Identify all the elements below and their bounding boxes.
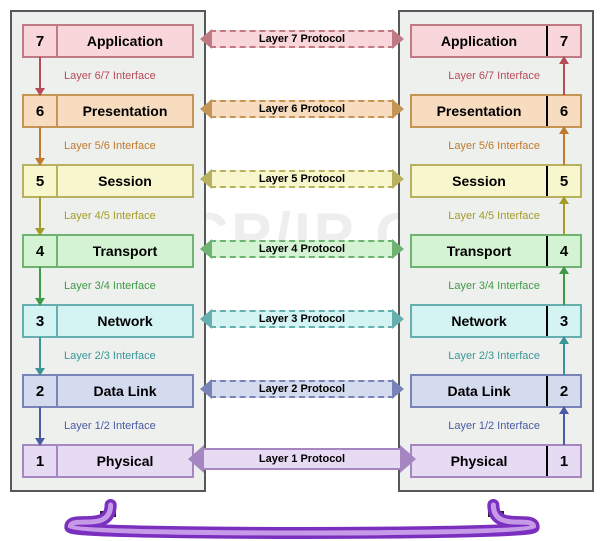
- right-interface-45: Layer 4/5 Interface: [410, 198, 582, 234]
- arrow-up-icon: [563, 57, 565, 95]
- protocol-arrow-7: Layer 7 Protocol: [204, 22, 400, 56]
- interface-label: Layer 3/4 Interface: [448, 280, 540, 292]
- right-layer-2: 2 Data Link: [410, 374, 582, 408]
- layer-number: 1: [24, 446, 58, 476]
- left-interface-12: Layer 1/2 Interface: [22, 408, 194, 444]
- protocol-arrow-1: Layer 1 Protocol: [204, 442, 400, 476]
- left-interface-34: Layer 3/4 Interface: [22, 268, 194, 304]
- layer-number: 6: [24, 96, 58, 126]
- layer-number: 7: [24, 26, 58, 56]
- interface-label: Layer 6/7 Interface: [448, 70, 540, 82]
- layer-name: Transport: [412, 236, 546, 266]
- protocol-arrow-4: Layer 4 Protocol: [204, 232, 400, 266]
- protocol-arrow-2: Layer 2 Protocol: [204, 372, 400, 406]
- left-interface-67: Layer 6/7 Interface: [22, 58, 194, 94]
- arrow-up-icon: [563, 407, 565, 445]
- arrow-down-icon: [39, 57, 41, 95]
- layer-number: 2: [546, 376, 580, 406]
- physical-cable-icon: [20, 505, 584, 533]
- protocol-arrow-6: Layer 6 Protocol: [204, 92, 400, 126]
- interface-label: Layer 4/5 Interface: [448, 210, 540, 222]
- layer-name: Network: [412, 306, 546, 336]
- layer-number: 4: [546, 236, 580, 266]
- osi-diagram: 7 Application Layer 6/7 Interface 6 Pres…: [0, 0, 604, 492]
- protocol-arrow-3: Layer 3 Protocol: [204, 302, 400, 336]
- layer-number: 2: [24, 376, 58, 406]
- layer-name: Application: [412, 26, 546, 56]
- right-layer-4: 4 Transport: [410, 234, 582, 268]
- protocol-label: Layer 4 Protocol: [259, 243, 345, 255]
- right-interface-67: Layer 6/7 Interface: [410, 58, 582, 94]
- left-layer-2: 2 Data Link: [22, 374, 194, 408]
- left-layer-1: 1 Physical: [22, 444, 194, 478]
- layer-number: 5: [546, 166, 580, 196]
- layer-name: Physical: [58, 446, 192, 476]
- arrow-up-icon: [563, 267, 565, 305]
- arrow-down-icon: [39, 337, 41, 375]
- right-interface-56: Layer 5/6 Interface: [410, 128, 582, 164]
- right-interface-12: Layer 1/2 Interface: [410, 408, 582, 444]
- right-interface-23: Layer 2/3 Interface: [410, 338, 582, 374]
- interface-label: Layer 5/6 Interface: [64, 140, 156, 152]
- layer-number: 5: [24, 166, 58, 196]
- right-interface-34: Layer 3/4 Interface: [410, 268, 582, 304]
- left-layer-5: 5 Session: [22, 164, 194, 198]
- arrow-down-icon: [39, 127, 41, 165]
- layer-name: Session: [412, 166, 546, 196]
- left-interface-56: Layer 5/6 Interface: [22, 128, 194, 164]
- protocol-label: Layer 2 Protocol: [259, 383, 345, 395]
- protocol-label: Layer 7 Protocol: [259, 33, 345, 45]
- layer-name: Presentation: [412, 96, 546, 126]
- layer-name: Application: [58, 26, 192, 56]
- layer-name: Data Link: [412, 376, 546, 406]
- arrow-down-icon: [39, 267, 41, 305]
- protocol-arrow-5: Layer 5 Protocol: [204, 162, 400, 196]
- interface-label: Layer 1/2 Interface: [64, 420, 156, 432]
- right-layer-1: 1 Physical: [410, 444, 582, 478]
- arrow-down-icon: [39, 197, 41, 235]
- left-stack: 7 Application Layer 6/7 Interface 6 Pres…: [10, 10, 206, 492]
- left-layer-3: 3 Network: [22, 304, 194, 338]
- interface-label: Layer 2/3 Interface: [64, 350, 156, 362]
- interface-label: Layer 5/6 Interface: [448, 140, 540, 152]
- layer-number: 3: [546, 306, 580, 336]
- arrow-down-icon: [39, 407, 41, 445]
- interface-label: Layer 1/2 Interface: [448, 420, 540, 432]
- layer-name: Physical: [412, 446, 546, 476]
- right-stack: 7 Application Layer 6/7 Interface 6 Pres…: [398, 10, 594, 492]
- interface-label: Layer 2/3 Interface: [448, 350, 540, 362]
- left-layer-7: 7 Application: [22, 24, 194, 58]
- protocol-label: Layer 1 Protocol: [259, 453, 345, 465]
- layer-number: 1: [546, 446, 580, 476]
- layer-name: Data Link: [58, 376, 192, 406]
- left-interface-45: Layer 4/5 Interface: [22, 198, 194, 234]
- layer-number: 3: [24, 306, 58, 336]
- interface-label: Layer 4/5 Interface: [64, 210, 156, 222]
- arrow-up-icon: [563, 197, 565, 235]
- right-layer-6: 6 Presentation: [410, 94, 582, 128]
- interface-label: Layer 6/7 Interface: [64, 70, 156, 82]
- right-layer-5: 5 Session: [410, 164, 582, 198]
- left-interface-23: Layer 2/3 Interface: [22, 338, 194, 374]
- layer-name: Network: [58, 306, 192, 336]
- layer-name: Presentation: [58, 96, 192, 126]
- protocol-label: Layer 5 Protocol: [259, 173, 345, 185]
- layer-number: 4: [24, 236, 58, 266]
- right-layer-7: 7 Application: [410, 24, 582, 58]
- layer-name: Transport: [58, 236, 192, 266]
- protocol-label: Layer 6 Protocol: [259, 103, 345, 115]
- layer-number: 6: [546, 96, 580, 126]
- left-layer-4: 4 Transport: [22, 234, 194, 268]
- layer-name: Session: [58, 166, 192, 196]
- arrow-up-icon: [563, 337, 565, 375]
- protocol-column: Layer 7 Protocol Layer 6 Protocol Layer …: [206, 10, 398, 492]
- interface-label: Layer 3/4 Interface: [64, 280, 156, 292]
- right-layer-3: 3 Network: [410, 304, 582, 338]
- layer-number: 7: [546, 26, 580, 56]
- arrow-up-icon: [563, 127, 565, 165]
- protocol-label: Layer 3 Protocol: [259, 313, 345, 325]
- left-layer-6: 6 Presentation: [22, 94, 194, 128]
